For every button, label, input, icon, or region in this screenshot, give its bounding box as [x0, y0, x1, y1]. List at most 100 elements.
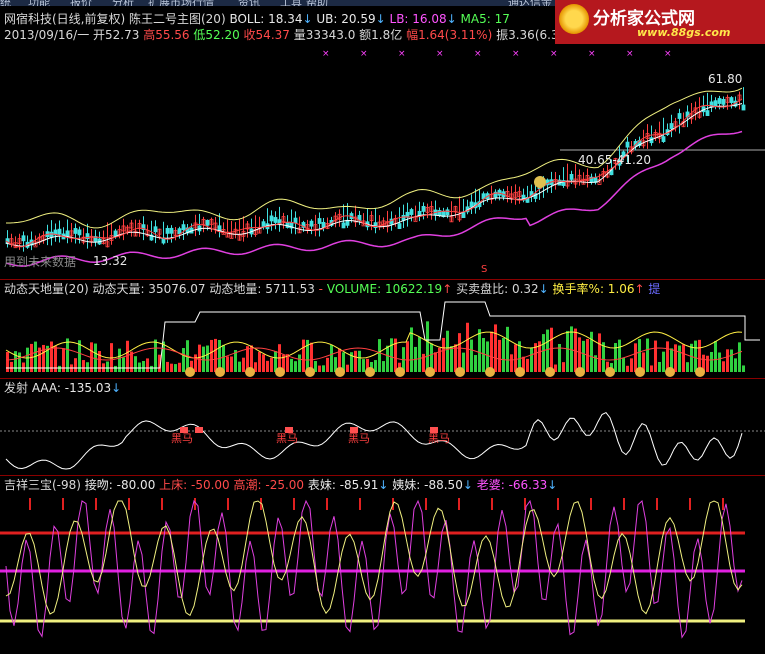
- volume-bar: [262, 354, 265, 372]
- candle-body: [285, 222, 290, 228]
- candle-body: [445, 209, 450, 216]
- candle-body: [181, 224, 186, 231]
- aaa-line-chart[interactable]: [0, 379, 765, 475]
- volume-bar: [626, 365, 629, 372]
- pink-marker: ×: [436, 49, 444, 59]
- smiley-icon: [335, 367, 345, 377]
- volume-bar: [678, 345, 681, 372]
- smiley-icon: [575, 367, 585, 377]
- volume-bar: [74, 358, 77, 372]
- volume-bar: [242, 357, 245, 372]
- volume-bar: [166, 361, 169, 372]
- volume-bar: [490, 331, 493, 372]
- volume-bar: [526, 358, 529, 372]
- volume-bar: [122, 357, 125, 372]
- volume-bar: [442, 337, 445, 372]
- heima-mark-1: 黑马: [171, 432, 193, 445]
- volume-bar: [86, 362, 89, 372]
- volume-bar: [706, 355, 709, 372]
- volume-bar: [382, 361, 385, 372]
- volume-bar: [298, 354, 301, 372]
- smiley-icon: [605, 367, 615, 377]
- logo-gear-icon: [559, 4, 589, 34]
- volume-bar: [734, 358, 737, 372]
- price-panel[interactable]: 网宿科技(日线,前复权) 陈王二号主图(20) BOLL: 18.34↓ UB:…: [0, 6, 765, 278]
- volume-bar: [434, 352, 437, 372]
- volume-bar: [590, 331, 593, 372]
- volume-bar: [654, 340, 657, 372]
- aaa-line: [5, 411, 743, 470]
- smiley-icon: [185, 367, 195, 377]
- volume-bar: [230, 356, 233, 372]
- volume-bar: [514, 344, 517, 372]
- volume-bar: [482, 337, 485, 372]
- candle-body: [717, 98, 722, 104]
- oscillator-chart[interactable]: [0, 476, 765, 654]
- candle-body: [625, 141, 630, 148]
- low-price-label: 13.32: [93, 254, 128, 268]
- volume-bar: [106, 361, 109, 372]
- smiley-icon: [395, 367, 405, 377]
- pink-marker: ×: [398, 49, 406, 59]
- volume-bar: [270, 357, 273, 372]
- volume-bar: [682, 344, 685, 372]
- volume-bar: [358, 350, 361, 372]
- candle-body: [409, 209, 414, 215]
- volume-bar: [226, 356, 229, 372]
- volume-bar: [650, 365, 653, 372]
- site-logo: 分析家公式网 www.88gs.com: [555, 0, 765, 44]
- candle-body: [273, 217, 278, 223]
- volume-panel[interactable]: 动态天地量(20) 动态天量: 35076.07 动态地量: 5711.53 -…: [0, 280, 765, 378]
- pink-marker: ×: [474, 49, 482, 59]
- volume-bar: [426, 321, 429, 372]
- volume-bar: [674, 344, 677, 372]
- candle-body: [169, 227, 174, 234]
- candle-body: [713, 100, 718, 107]
- candle-body: [321, 221, 326, 228]
- volume-bar: [582, 340, 585, 372]
- smiley-icon: [455, 367, 465, 377]
- candlestick-chart[interactable]: × × × × × × × × × × S: [0, 6, 765, 278]
- volume-bar: [714, 340, 717, 372]
- volume-bar: [542, 334, 545, 372]
- s-marker: S: [481, 264, 487, 275]
- heima-mark-2: 黑马: [276, 432, 298, 445]
- volume-bar: [386, 345, 389, 372]
- volume-bar: [302, 339, 305, 372]
- volume-bar: [294, 361, 297, 372]
- candle-body: [57, 228, 62, 235]
- smiley-icon: [515, 367, 525, 377]
- candle-body: [661, 136, 666, 142]
- volume-bar: [138, 362, 141, 372]
- volume-bar: [18, 352, 21, 372]
- volume-bar: [178, 362, 181, 372]
- volume-bar: [738, 342, 741, 372]
- pink-marker: ×: [512, 49, 520, 59]
- volume-bar: [646, 338, 649, 372]
- candle-body: [721, 99, 726, 105]
- pink-marker: ×: [626, 49, 634, 59]
- volume-bar: [478, 329, 481, 372]
- jixiang-panel[interactable]: 吉祥三宝(-98) 接吻: -80.00 上床: -50.00 高潮: -25.…: [0, 476, 765, 654]
- volume-bar: [58, 365, 61, 372]
- fire-panel[interactable]: 发射 AAA: -135.03↓ 黑马 黑马 黑马 黑马: [0, 379, 765, 475]
- candle-body: [113, 230, 118, 237]
- volume-chart[interactable]: [0, 280, 765, 378]
- volume-bar: [330, 344, 333, 372]
- smiley-icon: [275, 367, 285, 377]
- volume-bar: [470, 339, 473, 372]
- volume-bar: [82, 360, 85, 372]
- volume-bar: [726, 349, 729, 372]
- pink-marker: ×: [360, 49, 368, 59]
- volume-bar: [194, 354, 197, 372]
- smiley-icon: [665, 367, 675, 377]
- candle-body: [677, 113, 682, 119]
- volume-bar: [494, 324, 497, 372]
- volume-bar: [22, 362, 25, 372]
- volume-bar: [6, 351, 9, 372]
- candle-body: [741, 104, 746, 111]
- volume-bar: [206, 345, 209, 372]
- candle-body: [669, 123, 674, 129]
- volume-bar: [378, 339, 381, 372]
- heima-flag-1: [195, 427, 203, 433]
